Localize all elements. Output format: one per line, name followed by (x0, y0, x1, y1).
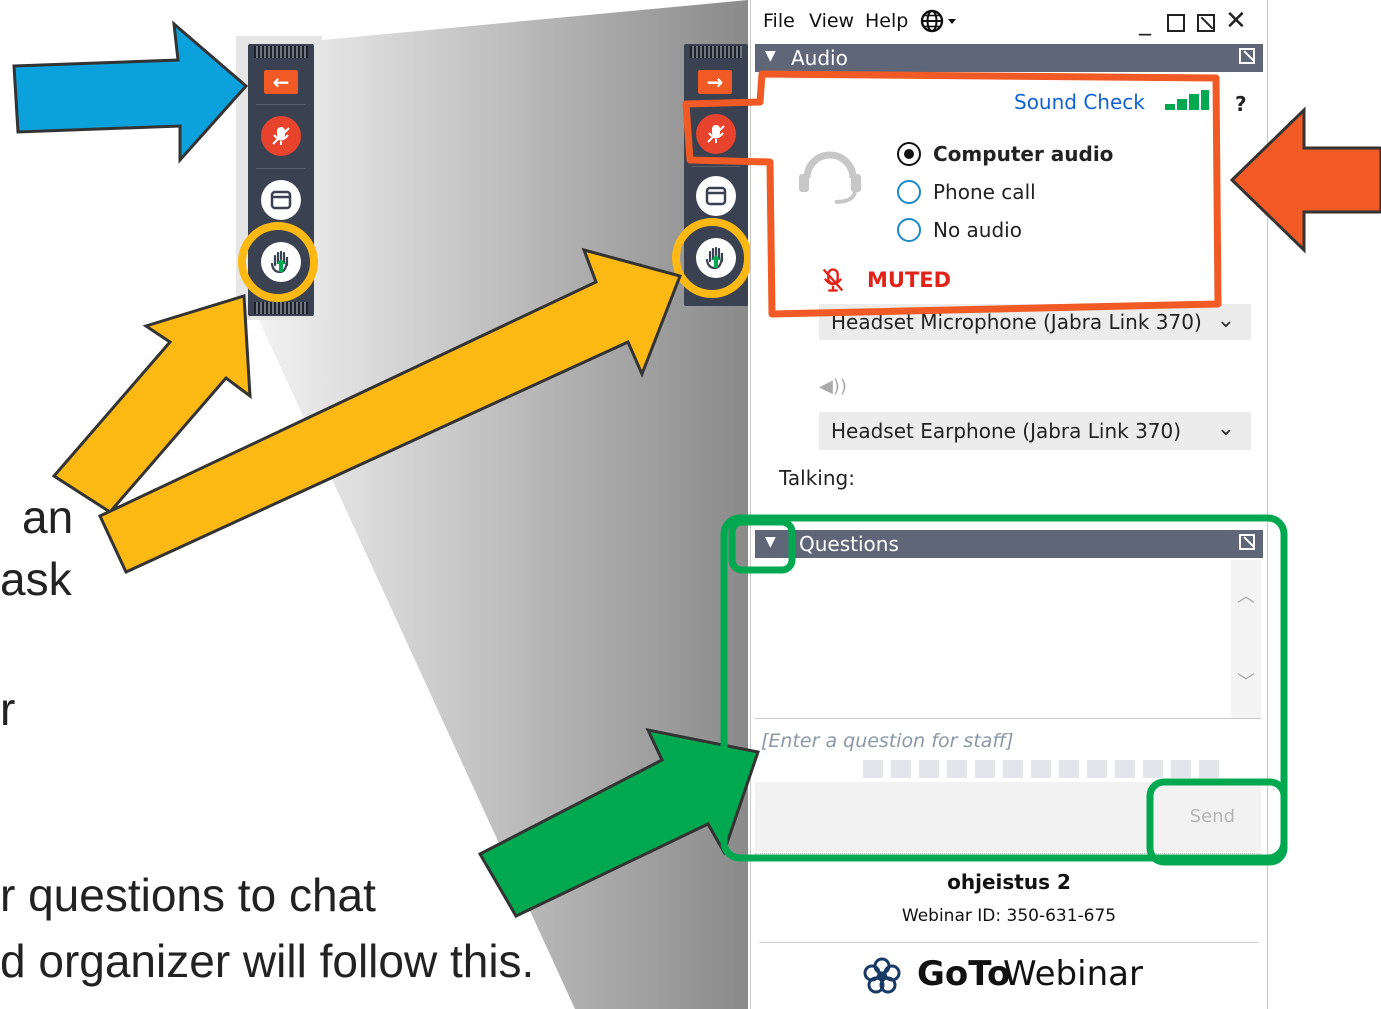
slide-text-line: ask (0, 553, 72, 605)
globe-icon (920, 9, 956, 33)
send-area: Send (755, 782, 1261, 852)
popout-icon[interactable] (1239, 48, 1255, 64)
highlight-circle (672, 218, 752, 298)
sound-check-link[interactable]: Sound Check (1014, 90, 1145, 114)
webinar-id: Webinar ID: 350-631-675 (901, 906, 1117, 926)
send-button[interactable]: Send (1190, 806, 1235, 827)
slide-text-line: d organizer will follow this. (0, 935, 535, 987)
questions-section-header[interactable]: ▼ Questions (755, 530, 1263, 558)
collapse-triangle-icon[interactable]: ▼ (765, 534, 776, 550)
radio-button[interactable] (897, 142, 921, 166)
microphone-select[interactable]: Headset Microphone (Jabra Link 370) ⌄ (819, 304, 1251, 340)
webinar-title: ohjeistus 2 (947, 870, 1071, 894)
popout-icon[interactable] (1197, 14, 1215, 32)
slide-text-line: r questions to chat (0, 869, 376, 921)
questions-log: ︿ ﹀ (755, 560, 1261, 718)
radio-button[interactable] (897, 180, 921, 204)
gotowebinar-control-panel: File View Help _ ✕ ▼ Audio Sound Check ?… (750, 0, 1268, 1009)
menu-help[interactable]: Help (865, 10, 908, 32)
window-icon (270, 190, 292, 210)
talking-label: Talking: (779, 466, 855, 490)
mic-muted-icon (707, 125, 725, 143)
scroll-up-icon[interactable]: ︿ (1237, 582, 1255, 608)
questions-scrollbar[interactable]: ︿ ﹀ (1231, 560, 1261, 718)
speaker-icon: ◀)) (819, 376, 847, 397)
audio-header-label: Audio (791, 46, 848, 70)
radio-button[interactable] (897, 218, 921, 242)
maximize-icon[interactable] (1167, 14, 1185, 32)
radio-label: No audio (933, 218, 1022, 242)
collapse-arrow-button[interactable]: ← (264, 70, 298, 94)
logo-webinar-text: Webinar (1003, 954, 1143, 994)
mic-muted-icon (272, 127, 290, 145)
speaker-level-meter (863, 380, 1219, 778)
speaker-select[interactable]: Headset Earphone (Jabra Link 370) ⌄ (819, 412, 1251, 450)
language-globe-button[interactable] (919, 8, 959, 39)
menu-bar: File View Help _ ✕ (751, 0, 1267, 44)
scroll-down-icon[interactable]: ﹀ (1237, 668, 1255, 694)
headset-icon (797, 142, 863, 210)
close-icon[interactable]: ✕ (1225, 6, 1247, 36)
microphone-select-value: Headset Microphone (Jabra Link 370) (831, 310, 1202, 334)
grip-handle[interactable] (254, 46, 308, 58)
chevron-down-icon: ⌄ (1216, 416, 1235, 441)
slide-text-line: an (22, 491, 74, 543)
screen-toggle-button[interactable] (261, 180, 301, 220)
help-button[interactable]: ? (1235, 92, 1247, 116)
window-icon (705, 186, 727, 206)
slide-text-line: r (0, 683, 16, 735)
popout-icon[interactable] (1239, 534, 1255, 550)
mic-muted-button[interactable] (696, 114, 736, 154)
audio-section-header[interactable]: ▼ Audio (755, 44, 1263, 72)
mic-muted-icon (819, 266, 847, 298)
collapse-triangle-icon: ▼ (765, 48, 776, 64)
menu-file[interactable]: File (763, 10, 795, 32)
questions-header-label: Questions (799, 532, 899, 556)
chevron-down-icon: ⌄ (1216, 308, 1235, 333)
question-input[interactable]: [Enter a question for staff] (761, 730, 1014, 752)
grip-handle[interactable] (254, 302, 308, 314)
speaker-select-value: Headset Earphone (Jabra Link 370) (831, 419, 1182, 443)
screen-toggle-button[interactable] (696, 176, 736, 216)
menu-view[interactable]: View (809, 10, 854, 32)
radio-label: Phone call (933, 180, 1036, 204)
highlight-circle (238, 222, 318, 302)
logo-goto-text: GoTo (917, 954, 1011, 994)
minimize-icon[interactable]: _ (1139, 8, 1151, 36)
mic-muted-button[interactable] (261, 116, 301, 156)
signal-bars-icon (1165, 90, 1211, 116)
expand-arrow-button[interactable]: → (698, 70, 732, 94)
radio-label: Computer audio (933, 142, 1114, 166)
muted-status: MUTED (867, 268, 952, 292)
gotowebinar-flower-icon (861, 956, 903, 1000)
grip-handle[interactable] (690, 46, 742, 58)
